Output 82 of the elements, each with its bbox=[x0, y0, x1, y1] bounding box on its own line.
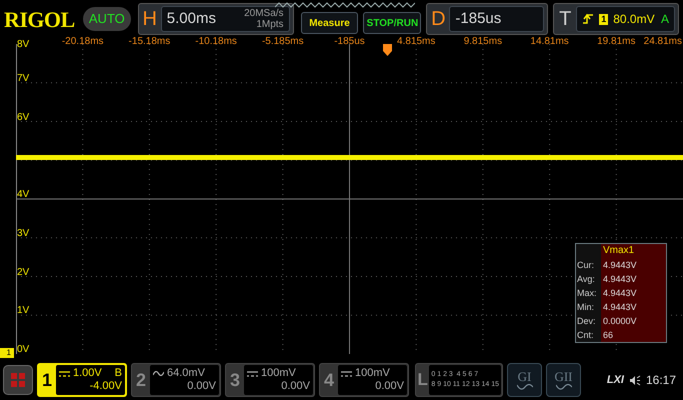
measurement-value: 4.9443V bbox=[601, 286, 666, 300]
delay-panel[interactable]: D -185us bbox=[426, 3, 548, 35]
delay-key: D bbox=[427, 4, 450, 34]
rising-edge-icon bbox=[582, 13, 594, 25]
channel-number: 3 bbox=[228, 368, 241, 392]
lxi-indicator: LXI bbox=[606, 372, 624, 388]
sine-wave-icon bbox=[556, 384, 572, 390]
measurement-value: 4.9443V bbox=[601, 258, 666, 272]
channel-offset: 0.00V bbox=[187, 380, 216, 393]
voltage-axis-label: 3V bbox=[17, 228, 30, 239]
menu-button[interactable] bbox=[3, 365, 33, 395]
trigger-position-icon bbox=[383, 44, 392, 56]
channel-offset: 0.00V bbox=[375, 380, 404, 393]
sine-wave-icon bbox=[516, 384, 532, 390]
trigger-level: 80.0mV bbox=[613, 11, 655, 28]
time-axis-label: -15.18ms bbox=[128, 35, 170, 49]
timebase-value: 5.00ms bbox=[166, 8, 216, 29]
voltage-axis-label: 1V bbox=[17, 306, 30, 316]
channel-tab[interactable]: 2 64.0mV 0.00V bbox=[131, 363, 221, 397]
channel-number: 4 bbox=[322, 368, 335, 392]
measurement-value: 66 bbox=[601, 328, 666, 342]
generator-button[interactable]: GI bbox=[507, 363, 542, 397]
voltage-axis-label: 8V bbox=[17, 40, 30, 50]
time-axis-label: 9.815ms bbox=[464, 35, 502, 49]
channel-offset: -4.00V bbox=[90, 380, 122, 393]
toolbar-button[interactable]: Measure bbox=[300, 12, 358, 34]
measurement-label: Cnt: bbox=[576, 329, 595, 342]
dc-coupling-icon bbox=[341, 370, 352, 376]
trigger-source: 1 bbox=[599, 14, 608, 24]
dc-coupling-icon bbox=[247, 370, 258, 376]
ac-coupling-icon bbox=[153, 370, 164, 377]
voltage-axis-label: 0V bbox=[17, 345, 30, 355]
time-axis-label: -185us bbox=[334, 35, 365, 49]
memory-depth: 1Mpts bbox=[256, 19, 284, 30]
logic-key: L bbox=[416, 367, 430, 393]
measurement-label: Dev: bbox=[576, 315, 597, 328]
toolbar-button[interactable]: STOP/RUN bbox=[363, 12, 422, 34]
time-axis-label: 4.815ms bbox=[397, 35, 436, 49]
channel-scale: 64.0mV bbox=[167, 367, 205, 380]
measurement-title: Vmax1 bbox=[601, 244, 666, 258]
voltage-axis-label: 2V bbox=[17, 268, 30, 278]
time-axis-label: 14.81ms bbox=[530, 35, 569, 49]
channel-scale: 1.00V bbox=[73, 367, 102, 380]
voltage-axis-label: 7V bbox=[17, 74, 30, 84]
channel-scale: 100mV bbox=[261, 367, 296, 380]
clock-time: 16:17 bbox=[646, 372, 676, 389]
measurement-value: 4.9443V bbox=[601, 272, 666, 286]
channel-tab[interactable]: 1 1.00V B -4.00V bbox=[37, 363, 127, 397]
bandwidth-limit-label: B bbox=[114, 367, 122, 380]
channel-scale: 100mV bbox=[355, 367, 390, 380]
horizontal-panel[interactable]: H 5.00ms 20MSa/s 1Mpts bbox=[138, 3, 294, 35]
time-axis-label: -5.185ms bbox=[262, 35, 304, 49]
generator-button[interactable]: GII bbox=[546, 363, 581, 397]
measurement-label: Cur: bbox=[576, 259, 596, 272]
measurement-value: 0.0000V bbox=[601, 314, 666, 328]
ground-marker: 1 bbox=[0, 348, 14, 358]
measurement-label: Min: bbox=[576, 301, 596, 314]
logo: RIGOL bbox=[4, 6, 76, 34]
time-axis-label: -20.18ms bbox=[62, 35, 104, 49]
dc-coupling-icon bbox=[59, 370, 70, 376]
speaker-icon bbox=[628, 374, 641, 386]
time-axis-label: -10.18ms bbox=[195, 35, 237, 49]
measurement-value: 4.9443V bbox=[601, 300, 666, 314]
menu-icon bbox=[11, 373, 25, 387]
time-axis-label: 19.81ms bbox=[597, 35, 636, 49]
measurement-label: Avg: bbox=[576, 273, 596, 286]
trigger-key: T bbox=[554, 4, 576, 34]
channel-offset: 0.00V bbox=[281, 380, 310, 393]
channel-tab[interactable]: 3 100mV 0.00V bbox=[225, 363, 315, 397]
trigger-sweep: A bbox=[661, 11, 670, 28]
channel-number: 1 bbox=[40, 368, 53, 392]
voltage-axis-label: 4V bbox=[17, 190, 30, 200]
mode-indicator: AUTO bbox=[82, 7, 131, 31]
time-axis-label: 24.81ms bbox=[644, 35, 682, 49]
horizontal-key: H bbox=[138, 4, 161, 34]
channel-number: 2 bbox=[134, 368, 147, 392]
trigger-panel[interactable]: T 1 80.0mV A bbox=[553, 3, 680, 35]
channel-tab[interactable]: 4 100mV 0.00V bbox=[319, 363, 409, 397]
sample-rate: 20MSa/s bbox=[244, 8, 284, 19]
voltage-axis-label: 6V bbox=[17, 112, 30, 122]
measurement-label: Max: bbox=[576, 287, 598, 300]
delay-field: -185us bbox=[449, 6, 544, 32]
